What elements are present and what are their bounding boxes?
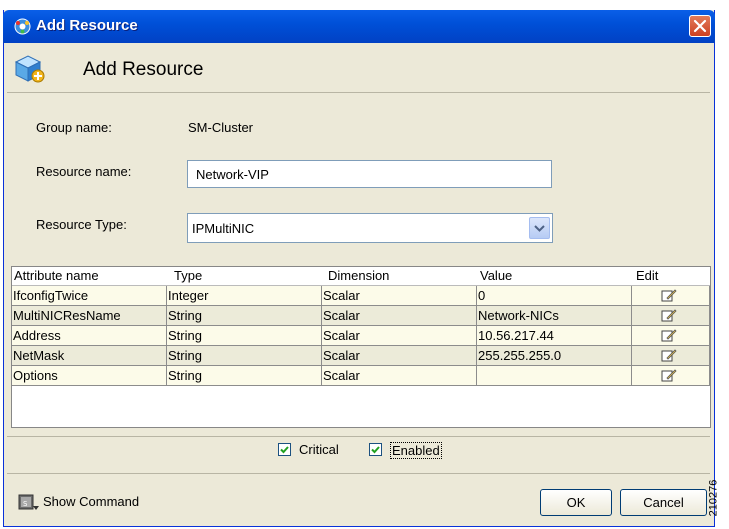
edit-pencil-icon[interactable] xyxy=(661,288,677,302)
table-cell-name: MultiNICResName xyxy=(12,306,167,326)
table-cell-name: Address xyxy=(12,326,167,346)
table-row[interactable]: Options String Scalar xyxy=(12,366,710,386)
edit-cell[interactable] xyxy=(632,286,710,306)
resource-type-value: IPMultiNIC xyxy=(192,221,255,236)
close-icon xyxy=(693,19,707,33)
table-row[interactable]: NetMask String Scalar 255.255.255.0 xyxy=(12,346,710,366)
table-cell-value: Network-NICs xyxy=(477,306,632,326)
table-cell-value: 0 xyxy=(477,286,632,306)
title-bar[interactable]: Add Resource xyxy=(3,10,715,43)
edit-pencil-icon[interactable] xyxy=(661,308,677,322)
resource-name-label: Resource name: xyxy=(36,164,132,179)
group-name-value: SM-Cluster xyxy=(188,120,254,135)
divider xyxy=(7,473,710,474)
table-cell-name: NetMask xyxy=(12,346,167,366)
show-command-label[interactable]: Show Command xyxy=(43,494,139,509)
cancel-button[interactable]: Cancel xyxy=(620,489,707,516)
table-cell-type: String xyxy=(167,306,322,326)
table-cell-value: 10.56.217.44 xyxy=(477,326,632,346)
table-cell-type: String xyxy=(167,346,322,366)
resource-type-select[interactable]: IPMultiNIC xyxy=(187,213,553,243)
checkmark-icon xyxy=(371,446,380,454)
dialog-header: Add Resource xyxy=(7,46,710,93)
header-title: Add Resource xyxy=(83,59,204,80)
table-header: Attribute name Type Dimension Value Edit xyxy=(12,267,710,286)
close-button[interactable] xyxy=(689,15,711,37)
table-cell-type: Integer xyxy=(167,286,322,306)
add-resource-icon xyxy=(14,55,45,83)
terminal-icon[interactable]: S xyxy=(18,491,40,513)
column-header-attribute-name[interactable]: Attribute name xyxy=(14,268,99,283)
edit-pencil-icon[interactable] xyxy=(661,368,677,382)
enabled-label[interactable]: Enabled xyxy=(390,442,442,459)
cluster-app-icon xyxy=(14,18,31,35)
chevron-down-icon xyxy=(534,225,545,232)
table-row[interactable]: IfconfigTwice Integer Scalar 0 xyxy=(12,286,710,306)
resource-type-label: Resource Type: xyxy=(36,217,127,232)
table-cell-type: String xyxy=(167,326,322,346)
svg-text:S: S xyxy=(23,500,28,508)
table-row[interactable]: MultiNICResName String Scalar Network-NICs xyxy=(12,306,710,326)
column-header-type[interactable]: Type xyxy=(174,268,202,283)
dropdown-button[interactable] xyxy=(529,217,550,239)
divider xyxy=(7,436,710,437)
window-title: Add Resource xyxy=(36,17,138,34)
attribute-table: Attribute name Type Dimension Value Edit… xyxy=(11,266,711,428)
edit-cell[interactable] xyxy=(632,306,710,326)
table-cell-name: IfconfigTwice xyxy=(12,286,167,306)
table-cell-value xyxy=(477,366,632,386)
edit-cell[interactable] xyxy=(632,346,710,366)
ok-button[interactable]: OK xyxy=(540,489,612,516)
table-cell-dimension: Scalar xyxy=(322,326,477,346)
figure-id: 210276 xyxy=(707,470,729,528)
critical-label[interactable]: Critical xyxy=(299,442,339,457)
column-header-dimension[interactable]: Dimension xyxy=(328,268,389,283)
table-cell-dimension: Scalar xyxy=(322,306,477,326)
edit-cell[interactable] xyxy=(632,366,710,386)
edit-pencil-icon[interactable] xyxy=(661,348,677,362)
edit-cell[interactable] xyxy=(632,326,710,346)
checkmark-icon xyxy=(280,446,289,454)
table-cell-name: Options xyxy=(12,366,167,386)
column-header-edit[interactable]: Edit xyxy=(636,268,658,283)
table-cell-dimension: Scalar xyxy=(322,366,477,386)
column-header-value[interactable]: Value xyxy=(480,268,512,283)
table-cell-dimension: Scalar xyxy=(322,346,477,366)
critical-checkbox[interactable] xyxy=(278,443,291,456)
table-cell-dimension: Scalar xyxy=(322,286,477,306)
edit-pencil-icon[interactable] xyxy=(661,328,677,342)
table-row[interactable]: Address String Scalar 10.56.217.44 xyxy=(12,326,710,346)
group-name-label: Group name: xyxy=(36,120,112,135)
table-cell-value: 255.255.255.0 xyxy=(477,346,632,366)
figure-id-text: 210276 xyxy=(707,479,720,517)
resource-name-input[interactable]: Network-VIP xyxy=(187,160,552,188)
enabled-checkbox[interactable] xyxy=(369,443,382,456)
table-cell-type: String xyxy=(167,366,322,386)
